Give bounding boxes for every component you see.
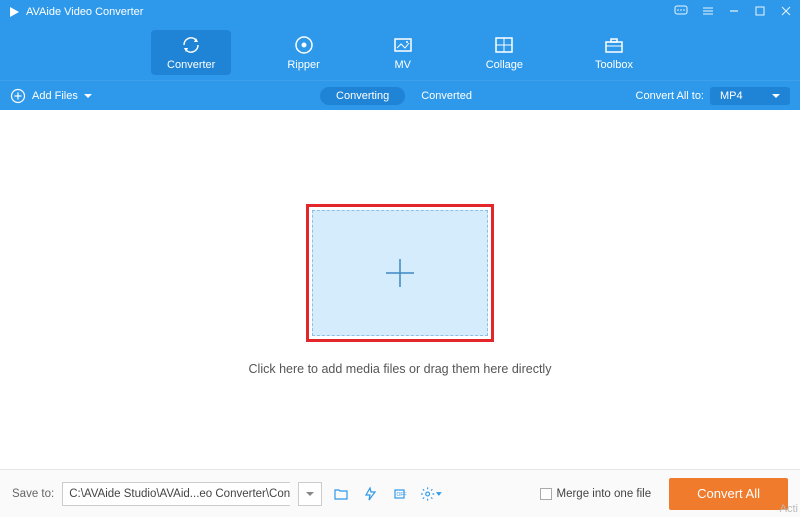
app-title: AVAide Video Converter (26, 6, 143, 18)
dropzone[interactable] (312, 210, 488, 336)
merge-checkbox[interactable] (540, 488, 552, 500)
bottom-bar: Save to: C:\AVAide Studio\AVAid...eo Con… (0, 469, 800, 517)
output-format-select[interactable]: MP4 (710, 87, 790, 105)
save-path-dropdown[interactable] (298, 482, 322, 506)
save-path-field[interactable]: C:\AVAide Studio\AVAid...eo Converter\Co… (62, 482, 290, 506)
plus-icon (382, 255, 418, 291)
nav-toolbox[interactable]: Toolbox (579, 30, 649, 75)
nav-converter[interactable]: Converter (151, 30, 231, 75)
save-to-label: Save to: (12, 488, 54, 500)
settings-button[interactable] (420, 483, 442, 505)
main-nav: Converter Ripper MV Collage Toolbox (0, 24, 800, 80)
message-icon[interactable] (674, 5, 688, 20)
watermark-text: Acti (780, 503, 798, 515)
tab-converted[interactable]: Converted (413, 87, 480, 105)
toolbox-icon (603, 34, 625, 56)
app-logo-icon (8, 6, 20, 18)
plus-circle-icon (10, 88, 26, 104)
merge-label: Merge into one file (557, 488, 652, 500)
tab-converting[interactable]: Converting (320, 87, 405, 105)
converter-icon (180, 34, 202, 56)
main-area: Click here to add media files or drag th… (0, 110, 800, 469)
add-files-button[interactable]: Add Files (10, 88, 92, 104)
convert-all-to-label: Convert All to: (636, 90, 704, 102)
mv-icon (392, 34, 414, 56)
chevron-down-icon (84, 92, 92, 100)
ripper-icon (293, 34, 315, 56)
hardware-accel-button[interactable] (360, 483, 382, 505)
minimize-icon[interactable] (728, 5, 740, 20)
nav-ripper[interactable]: Ripper (271, 30, 335, 75)
nav-label: Toolbox (595, 59, 633, 71)
nav-label: Converter (167, 59, 215, 71)
maximize-icon[interactable] (754, 5, 766, 20)
nav-label: Collage (486, 59, 523, 71)
menu-icon[interactable] (702, 5, 714, 20)
nav-collage[interactable]: Collage (470, 30, 539, 75)
dropzone-highlight (306, 204, 494, 342)
title-bar: AVAide Video Converter (0, 0, 800, 24)
nav-label: MV (394, 59, 411, 71)
nav-mv[interactable]: MV (376, 30, 430, 75)
high-speed-button[interactable]: OFF (390, 483, 412, 505)
open-folder-button[interactable] (330, 483, 352, 505)
collage-icon (493, 34, 515, 56)
output-format-value: MP4 (720, 90, 743, 102)
add-files-label: Add Files (32, 90, 78, 102)
svg-text:OFF: OFF (397, 492, 407, 498)
chevron-down-icon (772, 92, 780, 100)
convert-all-button[interactable]: Convert All (669, 478, 788, 510)
chevron-down-icon (306, 490, 314, 498)
close-icon[interactable] (780, 5, 792, 20)
nav-label: Ripper (287, 59, 319, 71)
chevron-down-icon (436, 491, 442, 497)
sub-toolbar: Add Files Converting Converted Convert A… (0, 80, 800, 110)
dropzone-text: Click here to add media files or drag th… (249, 362, 552, 376)
